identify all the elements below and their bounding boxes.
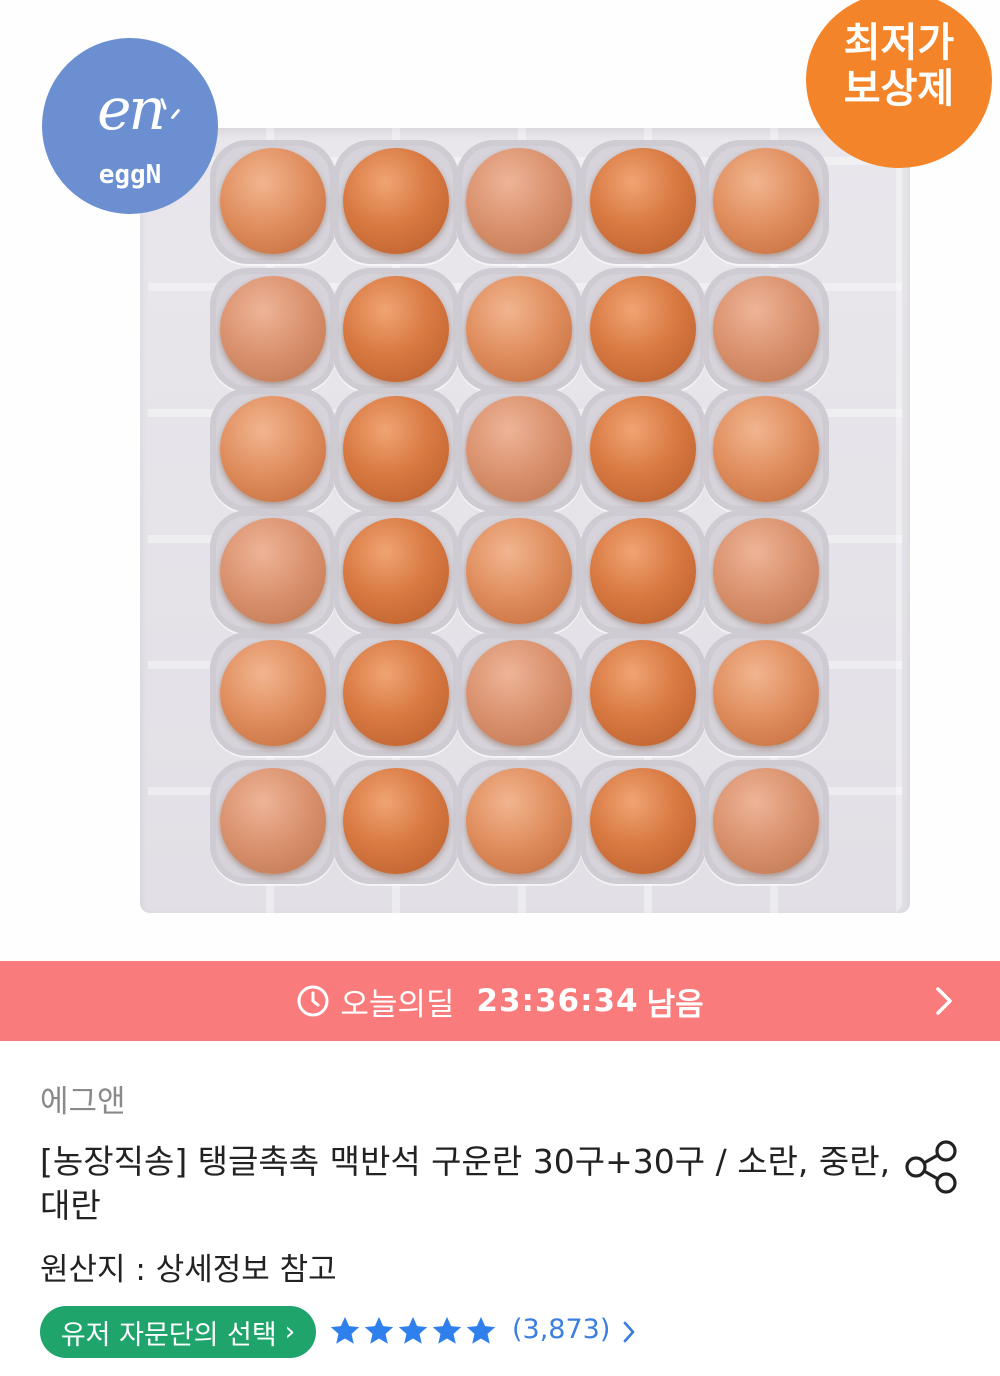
star-icon: [398, 1316, 428, 1344]
brand-name[interactable]: 에그앤: [40, 1076, 126, 1121]
egg: [220, 518, 326, 624]
egg: [713, 396, 819, 502]
egg: [220, 640, 326, 746]
todays-deal-bar[interactable]: 오늘의딜 23:36:34 남음: [0, 961, 1000, 1041]
egg: [713, 518, 819, 624]
egg: [343, 518, 449, 624]
lowest-price-badge: 최저가 보상제: [806, 0, 992, 168]
price-badge-line2: 보상제: [843, 66, 955, 112]
star-icon: [330, 1316, 360, 1344]
egg: [220, 768, 326, 874]
logo-mark: en: [97, 75, 166, 143]
product-detail-page: en eggN 최저가 보상제 오늘의딜 23:36:34 남음 에그앤 [농장…: [0, 0, 1000, 1376]
egg: [713, 148, 819, 254]
user-advisor-pick-badge[interactable]: 유저 자문단의 선택 ›: [40, 1306, 316, 1358]
logo-word: eggN: [98, 160, 162, 190]
egg: [343, 768, 449, 874]
brand-logo-badge: en eggN: [42, 38, 218, 214]
advisor-label: 유저 자문단의 선택: [60, 1319, 277, 1351]
star-icon: [364, 1316, 394, 1344]
egg: [590, 768, 696, 874]
egg: [713, 640, 819, 746]
share-icon[interactable]: [902, 1138, 960, 1196]
egg: [220, 396, 326, 502]
clock-icon: [297, 985, 329, 1017]
chevron-right-icon[interactable]: [934, 985, 954, 1017]
egg: [713, 276, 819, 382]
price-badge-line1: 최저가: [843, 20, 955, 66]
product-image[interactable]: en eggN 최저가 보상제: [0, 0, 1000, 960]
egg: [466, 396, 572, 502]
egg: [466, 640, 572, 746]
egg: [713, 768, 819, 874]
egg: [343, 640, 449, 746]
egg: [466, 768, 572, 874]
review-count[interactable]: (3,873): [512, 1314, 610, 1345]
egg: [343, 396, 449, 502]
egg: [343, 148, 449, 254]
egg: [466, 276, 572, 382]
deal-remaining-label: 남음: [646, 986, 704, 1023]
rating-stars[interactable]: [328, 1314, 498, 1348]
star-icon: [466, 1316, 496, 1344]
egg: [343, 276, 449, 382]
deal-countdown: 23:36:34: [476, 983, 639, 1019]
egg: [590, 640, 696, 746]
chevron-right-icon[interactable]: [622, 1320, 636, 1344]
product-title: [농장직송] 탱글촉촉 맥반석 구운란 30구+30구 / 소란, 중란,대란: [40, 1142, 891, 1225]
deal-label: 오늘의딜: [340, 986, 455, 1023]
egg: [220, 148, 326, 254]
egg: [590, 518, 696, 624]
egg: [590, 148, 696, 254]
egg: [466, 518, 572, 624]
egg: [590, 276, 696, 382]
origin-info: 원산지 : 상세정보 참고: [40, 1252, 337, 1288]
star-icon: [432, 1316, 462, 1344]
egg: [590, 396, 696, 502]
egg: [220, 276, 326, 382]
egg: [466, 148, 572, 254]
chevron-right-icon: ›: [284, 1317, 296, 1347]
